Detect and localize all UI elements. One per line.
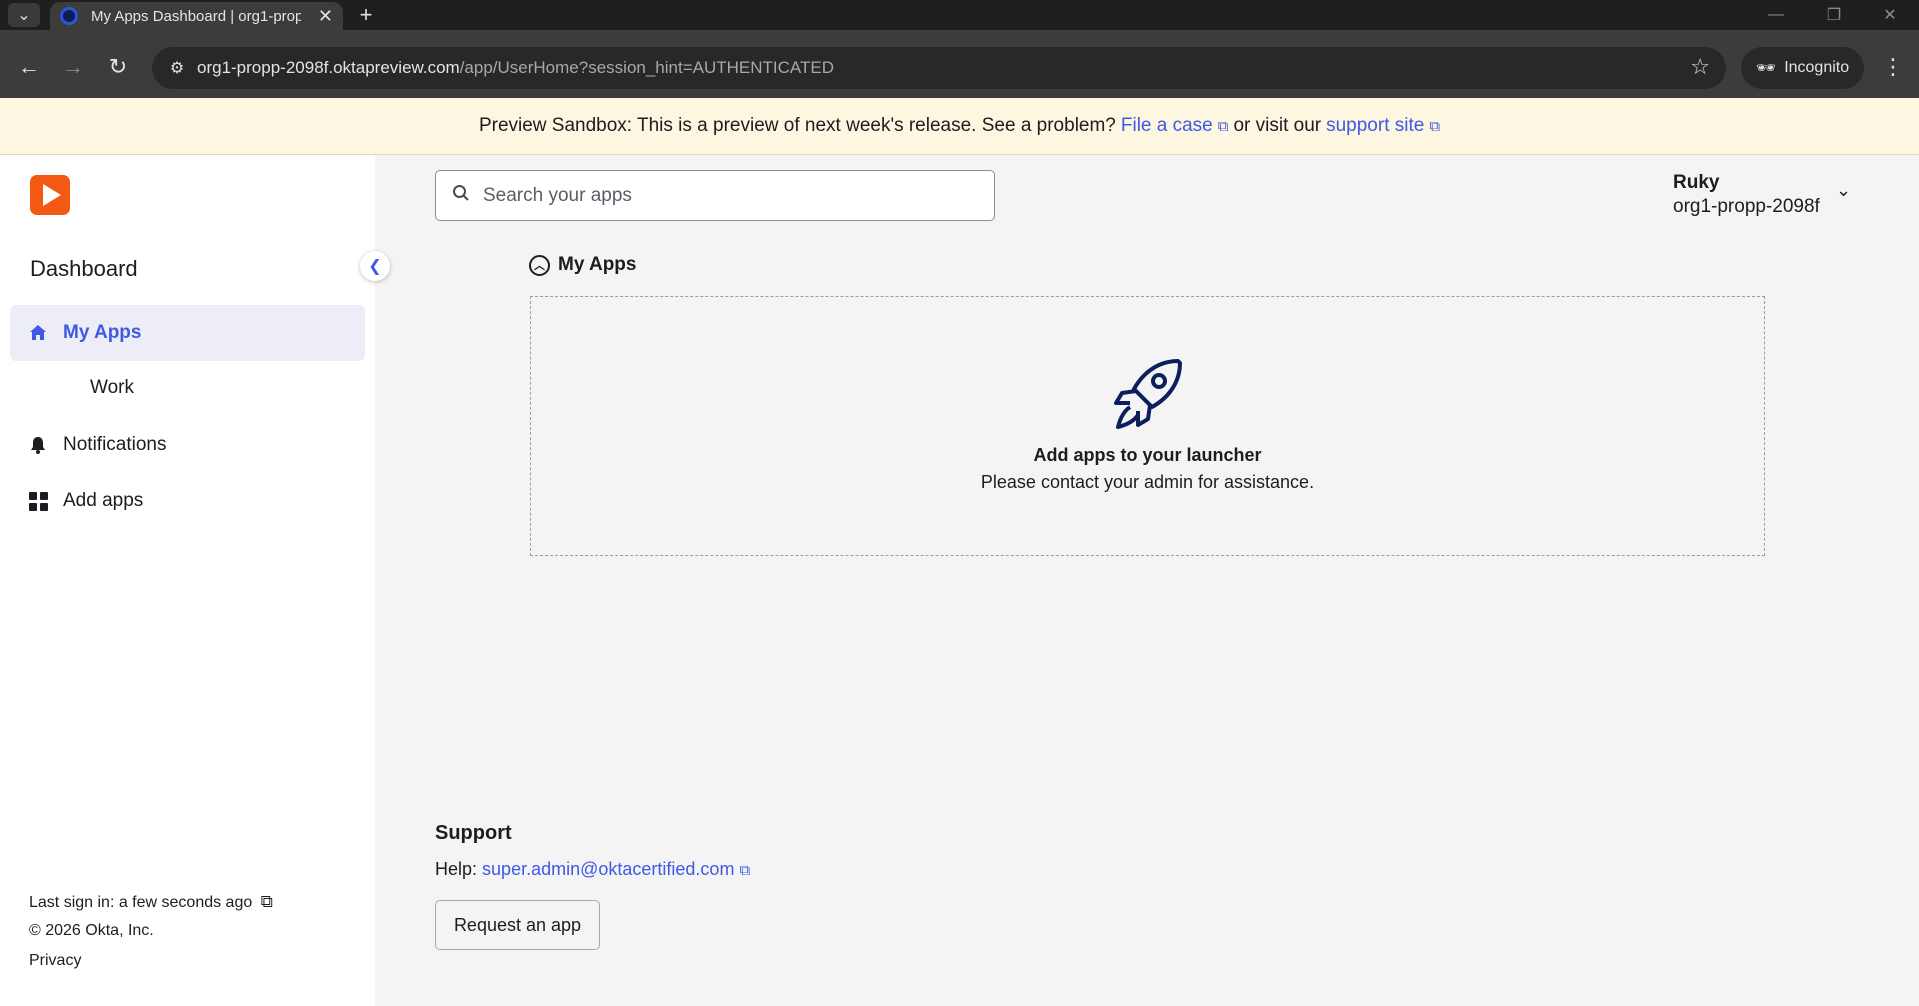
sidebar-item-add-apps[interactable]: Add apps bbox=[10, 473, 365, 529]
search-box[interactable] bbox=[435, 170, 995, 221]
forward-icon[interactable]: → bbox=[58, 52, 88, 82]
sidebar-item-notifications[interactable]: Notifications bbox=[10, 417, 365, 473]
external-link-icon: ⧉ bbox=[1217, 117, 1229, 135]
bell-icon bbox=[28, 435, 48, 455]
browser-menu-icon[interactable]: ⋮ bbox=[1878, 52, 1908, 82]
chevron-down-icon: ⌄ bbox=[17, 7, 31, 24]
incognito-indicator[interactable]: 🕶 Incognito bbox=[1741, 47, 1864, 89]
address-bar[interactable]: ⚙ org1-propp-2098f.oktapreview.com/app/U… bbox=[152, 47, 1726, 89]
collapse-sidebar-button[interactable]: ❮ bbox=[360, 251, 390, 281]
banner-text: Preview Sandbox: This is a preview of ne… bbox=[478, 115, 1116, 136]
url-text[interactable]: org1-propp-2098f.oktapreview.com/app/Use… bbox=[197, 58, 834, 78]
support-site-link[interactable]: support site bbox=[1326, 115, 1424, 137]
request-app-button[interactable]: Request an app bbox=[435, 900, 600, 950]
copyright: © 2026 Okta, Inc. bbox=[29, 922, 154, 939]
sidebar-item-label: My Apps bbox=[63, 322, 142, 343]
browser-tab-active[interactable]: My Apps Dashboard | org1-propp-2098f ✕ bbox=[50, 2, 343, 30]
help-email-link[interactable]: super.admin@oktacertified.com bbox=[482, 859, 734, 879]
new-tab-button[interactable]: + bbox=[352, 2, 380, 28]
user-menu[interactable]: Ruky org1-propp-2098f bbox=[1673, 172, 1820, 218]
sidebar-item-label: Add apps bbox=[63, 490, 144, 511]
chevron-down-icon[interactable]: ⌄ bbox=[1836, 180, 1851, 201]
tab-title: My Apps Dashboard | org1-propp-2098f bbox=[91, 7, 301, 25]
incognito-icon: 🕶 bbox=[1755, 60, 1777, 77]
my-apps-section-toggle[interactable]: ︿ My Apps bbox=[529, 254, 636, 276]
external-link-icon[interactable]: ⧉ bbox=[261, 892, 273, 911]
search-icon bbox=[452, 184, 470, 207]
sidebar-item-my-apps[interactable]: My Apps bbox=[10, 305, 365, 361]
preview-banner: Preview Sandbox: This is a preview of ne… bbox=[0, 98, 1919, 155]
home-icon bbox=[28, 323, 48, 343]
section-title: My Apps bbox=[558, 254, 637, 275]
empty-title: Add apps to your launcher bbox=[1033, 445, 1262, 465]
help-line: Help: super.admin@oktacertified.com ⧉ bbox=[435, 859, 751, 879]
file-a-case-link[interactable]: File a case bbox=[1121, 115, 1213, 137]
last-sign-in: Last sign in: a few seconds ago ⧉ bbox=[29, 892, 273, 911]
empty-apps-placeholder: Add apps to your launcher Please contact… bbox=[530, 296, 1765, 556]
sidebar-item-label: Notifications bbox=[63, 434, 167, 455]
window-close-icon[interactable]: ✕ bbox=[1867, 2, 1913, 28]
empty-subtitle: Please contact your admin for assistance… bbox=[980, 472, 1315, 492]
support-title: Support bbox=[435, 822, 512, 844]
grid-icon bbox=[28, 491, 48, 511]
browser-tab-bar: ⌄ My Apps Dashboard | org1-propp-2098f ✕… bbox=[0, 0, 1919, 30]
chevron-left-icon: ❮ bbox=[368, 258, 382, 275]
tab-search-button[interactable]: ⌄ bbox=[8, 3, 40, 27]
chevron-up-icon: ︿ bbox=[529, 254, 550, 276]
restore-icon[interactable]: ❐ bbox=[1811, 2, 1857, 28]
user-name: Ruky bbox=[1673, 172, 1720, 193]
minimize-icon[interactable]: — bbox=[1753, 2, 1799, 28]
back-icon[interactable]: ← bbox=[14, 52, 44, 82]
external-link-icon: ⧉ bbox=[739, 862, 751, 879]
reload-icon[interactable]: ↻ bbox=[103, 52, 133, 82]
play-logo-icon bbox=[43, 184, 61, 206]
sidebar-item-work[interactable]: Work bbox=[90, 377, 134, 399]
okta-logo[interactable] bbox=[30, 175, 70, 215]
search-input[interactable] bbox=[483, 183, 973, 209]
user-org: org1-propp-2098f bbox=[1673, 196, 1820, 217]
site-info-icon[interactable]: ⚙ bbox=[166, 57, 188, 79]
external-link-icon: ⧉ bbox=[1429, 117, 1441, 135]
okta-favicon-icon bbox=[60, 7, 78, 25]
tab-close-icon[interactable]: ✕ bbox=[318, 6, 333, 27]
sidebar-title: Dashboard bbox=[30, 256, 138, 281]
sidebar: Dashboard My Apps Work Notifications Add… bbox=[0, 155, 375, 1006]
bookmark-star-icon[interactable]: ☆ bbox=[1690, 54, 1710, 80]
rocket-icon bbox=[1114, 359, 1182, 429]
privacy-link[interactable]: Privacy bbox=[29, 952, 81, 970]
banner-text-middle: or visit our bbox=[1233, 115, 1322, 136]
